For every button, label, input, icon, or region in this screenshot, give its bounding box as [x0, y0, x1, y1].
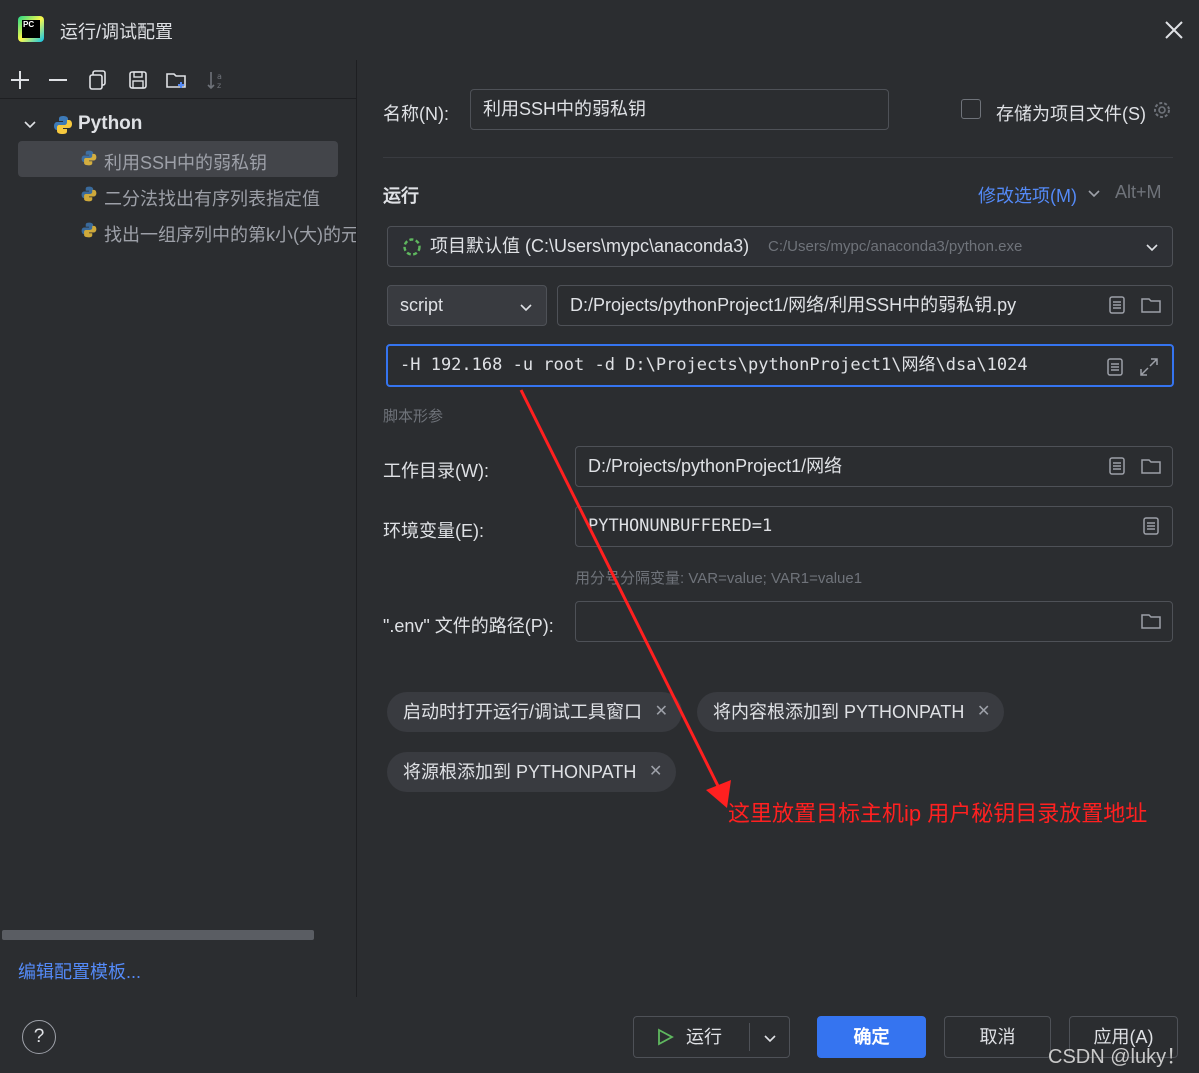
chevron-down-icon[interactable]: [518, 299, 534, 315]
tree-item-label: 找出一组序列中的第k小(大)的元: [104, 225, 356, 245]
help-button[interactable]: ?: [22, 1020, 56, 1054]
config-toolbar: az: [0, 60, 356, 99]
tree-group-python[interactable]: Python: [0, 106, 356, 142]
divider: [383, 157, 1173, 158]
chip-label: 将源根添加到 PYTHONPATH: [403, 762, 637, 782]
workdir-label: 工作目录(W):: [383, 461, 489, 481]
script-type-select[interactable]: script: [387, 285, 547, 326]
document-icon[interactable]: [1104, 356, 1126, 378]
folder-icon[interactable]: [1140, 294, 1162, 316]
document-icon[interactable]: [1140, 515, 1162, 537]
watermark: CSDN @luky！: [1048, 1046, 1187, 1068]
interpreter-name: 项目默认值 (C:\Users\mypc\anaconda3): [430, 236, 750, 256]
tree-item-weak-key[interactable]: 利用SSH中的弱私钥: [0, 141, 356, 177]
envfile-label: ".env" 文件的路径(P):: [383, 616, 554, 636]
chip-label: 将内容根添加到 PYTHONPATH: [713, 702, 965, 722]
env-hint: 用分号分隔变量: VAR=value; VAR1=value1: [575, 570, 863, 587]
interpreter-select[interactable]: 项目默认值 (C:\Users\mypc\anaconda3) C:/Users…: [387, 226, 1173, 267]
python-icon: [54, 116, 72, 134]
expand-icon[interactable]: [1138, 356, 1160, 378]
title-bar: [0, 0, 1199, 60]
dialog-title: 运行/调试配置: [60, 22, 174, 42]
edit-templates-link[interactable]: 编辑配置模板...: [18, 958, 141, 984]
workdir-input[interactable]: D:/Projects/pythonProject1/网络: [575, 446, 1173, 487]
modify-options-shortcut: Alt+M: [1115, 182, 1162, 202]
tree-item-label: 利用SSH中的弱私钥: [104, 153, 268, 173]
tree-group-label: Python: [78, 113, 143, 134]
play-icon: [658, 1028, 674, 1046]
script-params-value: -H 192.168 -u root -d D:\Projects\python…: [400, 355, 1028, 375]
env-label: 环境变量(E):: [383, 521, 484, 541]
close-icon[interactable]: ✕: [649, 752, 662, 792]
annotation-text: 这里放置目标主机ip 用户秘钥目录放置地址: [728, 801, 1148, 826]
gear-icon[interactable]: [1151, 99, 1173, 121]
svg-text:z: z: [217, 81, 221, 90]
sort-icon: az: [207, 72, 222, 90]
tree-item-binary-search[interactable]: 二分法找出有序列表指定值: [0, 177, 356, 213]
close-icon[interactable]: ✕: [655, 692, 668, 732]
chip-source-roots[interactable]: 将源根添加到 PYTHONPATH ✕: [387, 752, 677, 792]
interpreter-path: C:/Users/mypc/anaconda3/python.exe: [768, 238, 1023, 255]
python-icon: [81, 150, 97, 166]
add-icon[interactable]: [8, 68, 32, 92]
env-input[interactable]: PYTHONUNBUFFERED=1: [575, 506, 1173, 547]
pycharm-logo-icon: PC: [18, 16, 44, 42]
script-type-value: script: [400, 295, 444, 315]
cancel-button[interactable]: 取消: [944, 1016, 1051, 1058]
chevron-down-icon[interactable]: [762, 1030, 778, 1046]
split-divider: [749, 1023, 750, 1051]
remove-icon[interactable]: [46, 68, 70, 92]
script-params-hint: 脚本形参: [383, 408, 444, 425]
modify-options-link[interactable]: 修改选项(M): [978, 182, 1077, 208]
new-folder-icon[interactable]: [164, 68, 188, 92]
python-icon: [81, 186, 97, 202]
script-params-input[interactable]: -H 192.168 -u root -d D:\Projects\python…: [386, 344, 1174, 387]
name-label: 名称(N):: [383, 104, 449, 124]
horizontal-scrollbar[interactable]: [2, 930, 314, 940]
tree-item-kth-smallest[interactable]: 找出一组序列中的第k小(大)的元: [0, 213, 356, 249]
name-input[interactable]: 利用SSH中的弱私钥: [470, 89, 889, 130]
ok-button[interactable]: 确定: [817, 1016, 926, 1058]
run-button[interactable]: 运行: [633, 1016, 790, 1058]
copy-icon[interactable]: [86, 68, 110, 92]
envfile-input[interactable]: [575, 601, 1173, 642]
run-section-title: 运行: [383, 186, 419, 206]
chevron-down-icon[interactable]: [1144, 239, 1160, 255]
env-value: PYTHONUNBUFFERED=1: [588, 516, 773, 536]
workdir-value: D:/Projects/pythonProject1/网络: [588, 456, 843, 476]
script-path-value: D:/Projects/pythonProject1/网络/利用SSH中的弱私钥…: [570, 295, 1017, 315]
run-label: 运行: [686, 1027, 722, 1047]
chevron-down-icon[interactable]: [22, 116, 38, 132]
loading-spinner-icon: [403, 238, 421, 256]
python-icon: [81, 222, 97, 238]
close-icon[interactable]: ✕: [977, 692, 990, 732]
store-as-project-label: 存储为项目文件(S): [996, 104, 1146, 124]
chip-label: 启动时打开运行/调试工具窗口: [403, 702, 642, 722]
script-path-input[interactable]: D:/Projects/pythonProject1/网络/利用SSH中的弱私钥…: [557, 285, 1173, 326]
document-icon[interactable]: [1106, 455, 1128, 477]
chevron-down-icon[interactable]: [1086, 185, 1102, 201]
close-icon[interactable]: [1160, 16, 1188, 44]
folder-icon[interactable]: [1140, 610, 1162, 632]
store-as-project-checkbox[interactable]: [961, 99, 981, 119]
tree-item-label: 二分法找出有序列表指定值: [104, 189, 320, 209]
svg-text:a: a: [217, 72, 222, 81]
chip-open-tool-window[interactable]: 启动时打开运行/调试工具窗口 ✕: [387, 692, 682, 732]
save-icon[interactable]: [126, 68, 150, 92]
folder-icon[interactable]: [1140, 455, 1162, 477]
chip-content-roots[interactable]: 将内容根添加到 PYTHONPATH ✕: [697, 692, 1005, 732]
document-icon[interactable]: [1106, 294, 1128, 316]
